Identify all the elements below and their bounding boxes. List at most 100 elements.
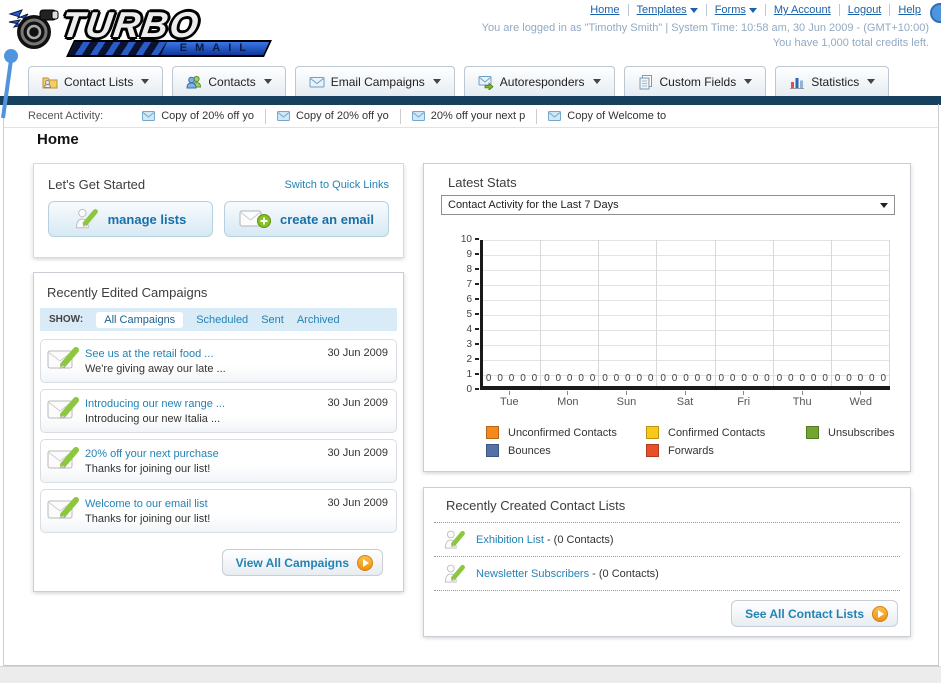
- manage-lists-button[interactable]: manage lists: [48, 201, 213, 237]
- legend-swatch: [806, 426, 819, 439]
- campaign-link[interactable]: 20% off your next purchase: [85, 448, 219, 460]
- campaign-subtitle: Thanks for joining our list!: [85, 513, 211, 525]
- recent-activity-item[interactable]: 20% off your next p: [401, 108, 538, 124]
- contact-lists-panel: Recently Created Contact Lists Exhibitio…: [423, 487, 911, 637]
- person-pencil-icon: [444, 564, 465, 582]
- tab-archived[interactable]: Archived: [297, 314, 340, 326]
- arrow-right-icon: [357, 554, 373, 571]
- data-value-label: 0: [544, 373, 550, 384]
- arrow-right-icon: [872, 605, 888, 622]
- data-value-label: 0: [869, 373, 875, 384]
- chart-group: 00000: [774, 240, 832, 386]
- recent-activity-item[interactable]: Copy of 20% off yo: [266, 108, 401, 124]
- data-value-label: 0: [706, 373, 712, 384]
- data-value-label: 0: [508, 373, 515, 384]
- see-all-contact-lists-button[interactable]: See All Contact Lists: [731, 600, 898, 627]
- callout-pin: [1, 49, 18, 119]
- data-value-label: 0: [602, 373, 608, 384]
- top-link-templates[interactable]: Templates: [629, 4, 707, 16]
- tab-all-campaigns[interactable]: All Campaigns: [96, 311, 184, 328]
- nav-custom-fields[interactable]: Custom Fields: [623, 66, 767, 96]
- credits-line: You have 1,000 total credits left.: [772, 37, 929, 49]
- view-all-campaigns-button[interactable]: View All Campaigns: [221, 549, 383, 576]
- chart-group: 00000: [716, 240, 774, 386]
- campaign-list: See us at the retail food ... We're givi…: [34, 331, 403, 533]
- data-value-label: 0: [764, 373, 770, 384]
- tab-sent[interactable]: Sent: [261, 314, 284, 326]
- data-value-label: 0: [660, 373, 666, 384]
- campaigns-title: Recently Edited Campaigns: [47, 285, 208, 300]
- top-link-logout[interactable]: Logout: [840, 4, 891, 16]
- latest-stats-panel: Latest Stats Contact Activity for the La…: [423, 163, 911, 472]
- envelope-plus-icon: [239, 210, 272, 228]
- chart-group: 00000: [483, 240, 542, 386]
- person-pencil-icon: [444, 530, 465, 548]
- nav-contact-lists[interactable]: Contact Lists: [28, 66, 164, 96]
- chevron-down-icon: [744, 79, 753, 84]
- contact-list-link[interactable]: Exhibition List: [476, 534, 544, 546]
- envelope-icon: [411, 111, 425, 121]
- nav-contacts[interactable]: Contacts: [172, 66, 286, 96]
- data-value-label: 0: [531, 373, 538, 384]
- y-tick-label: 2: [466, 354, 479, 366]
- legend-swatch: [646, 426, 659, 439]
- top-link-my-account[interactable]: My Account: [766, 4, 840, 16]
- chart-group: 00000: [599, 240, 658, 386]
- data-value-label: 0: [625, 373, 631, 384]
- data-value-label: 0: [555, 373, 562, 384]
- latest-stats-title: Latest Stats: [448, 175, 517, 190]
- contact-list-item: Newsletter Subscribers - (0 Contacts): [424, 557, 910, 590]
- y-tick-label: 1: [466, 369, 479, 381]
- data-value-label: 0: [671, 373, 678, 384]
- stats-report-select[interactable]: Contact Activity for the Last 7 Days: [441, 195, 895, 215]
- chart-group: 00000: [832, 240, 890, 386]
- chevron-down-icon: [263, 79, 272, 84]
- y-tick-label: 5: [466, 309, 479, 321]
- campaign-link[interactable]: Introducing our new range ...: [85, 398, 225, 410]
- data-value-label: 0: [694, 373, 701, 384]
- legend-swatch: [486, 444, 499, 457]
- nav-autoresponders[interactable]: Autoresponders: [463, 66, 615, 96]
- nav-email-campaigns[interactable]: Email Campaigns: [294, 66, 455, 96]
- data-value-label: 0: [485, 373, 492, 384]
- campaign-subtitle: Thanks for joining our list!: [85, 463, 211, 475]
- data-value-label: 0: [834, 373, 841, 384]
- tab-scheduled[interactable]: Scheduled: [196, 314, 248, 326]
- campaign-row: See us at the retail food ... We're givi…: [40, 339, 397, 383]
- session-line: You are logged in as "Timothy Smith" | S…: [481, 22, 929, 34]
- statistics-icon: [790, 77, 805, 89]
- email-campaigns-icon: [309, 76, 325, 87]
- y-tick-label: 8: [466, 264, 479, 276]
- top-link-home[interactable]: Home: [582, 4, 629, 16]
- campaign-link[interactable]: Welcome to our email list: [85, 498, 208, 510]
- help-balloon: [930, 3, 941, 23]
- chart-y-axis: 10 9 8 7 6 5 4 3 2 1 0: [450, 234, 480, 395]
- envelope-icon: [276, 111, 290, 121]
- envelope-icon: [548, 111, 562, 121]
- campaign-row: 20% off your next purchase Thanks for jo…: [40, 439, 397, 483]
- nav-statistics[interactable]: Statistics: [775, 66, 890, 96]
- recent-activity-item[interactable]: Copy of 20% off yo: [131, 108, 266, 124]
- legend-item: Confirmed Contacts: [646, 426, 806, 439]
- contact-list-count: - (0 Contacts): [546, 533, 614, 546]
- session-info: You are logged in as "Timothy Smith" | S…: [482, 21, 929, 51]
- envelope-pencil-icon: [47, 496, 79, 519]
- data-value-label: 0: [683, 373, 689, 384]
- y-tick-label: 9: [466, 249, 479, 261]
- autoresponders-icon: [478, 75, 494, 90]
- campaigns-tabbar: SHOW: All Campaigns Scheduled Sent Archi…: [40, 308, 397, 331]
- top-link-forms[interactable]: Forms: [707, 4, 766, 16]
- data-value-label: 0: [589, 373, 596, 384]
- top-link-help[interactable]: Help: [890, 4, 929, 16]
- legend-swatch: [486, 426, 499, 439]
- chevron-down-icon: [432, 79, 441, 84]
- campaign-date: 30 Jun 2009: [327, 347, 388, 359]
- recent-activity-item[interactable]: Copy of Welcome to: [537, 109, 677, 124]
- campaign-date: 30 Jun 2009: [327, 397, 388, 409]
- contact-list-link[interactable]: Newsletter Subscribers: [476, 568, 589, 580]
- recent-activity-bar: Recent Activity: Copy of 20% off yo Copy…: [4, 105, 938, 128]
- campaign-link[interactable]: See us at the retail food ...: [85, 348, 213, 360]
- switch-quick-links[interactable]: Switch to Quick Links: [284, 179, 389, 191]
- create-email-button[interactable]: create an email: [224, 201, 389, 237]
- campaign-row: Introducing our new range ... Introducin…: [40, 389, 397, 433]
